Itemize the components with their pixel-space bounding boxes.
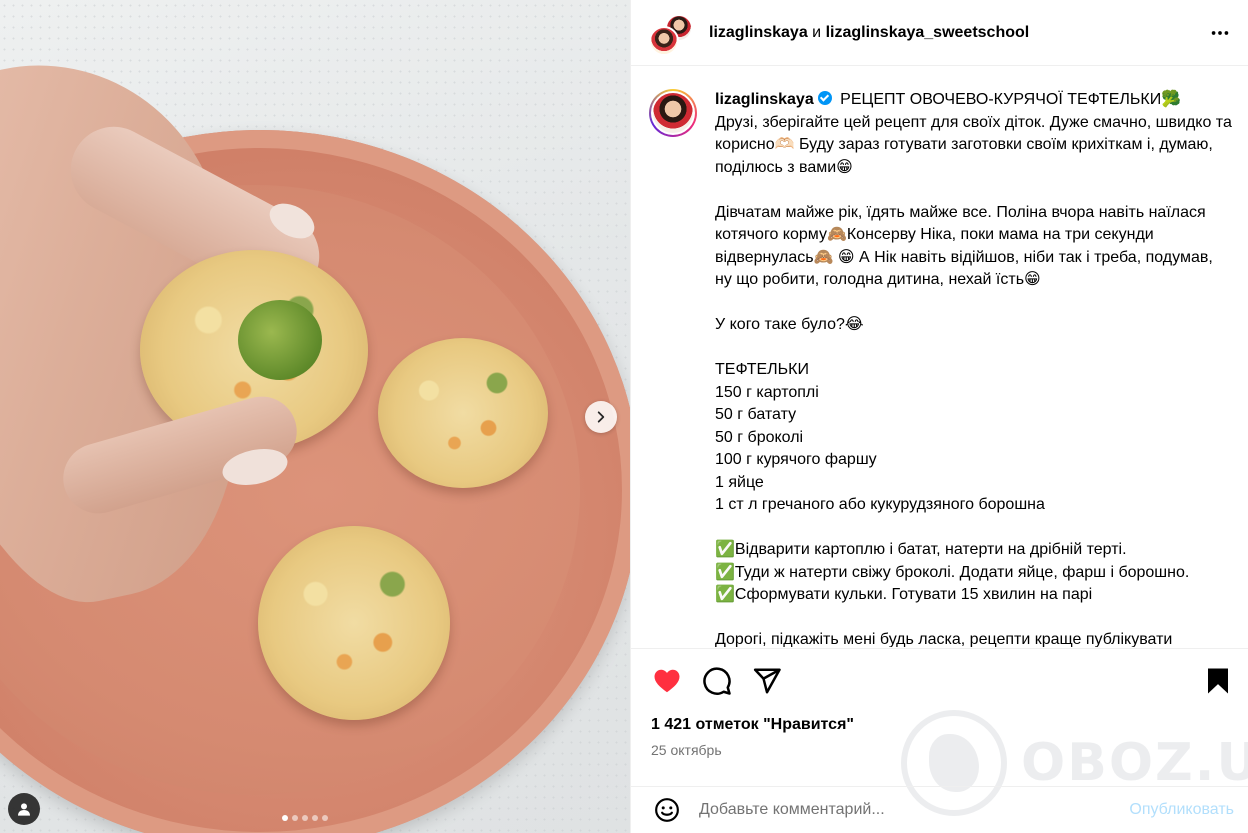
post-caption: lizaglinskaya РЕЦЕПТ ОВОЧЕВО-КУРЯЧОЇ ТЕФ… xyxy=(631,67,1248,647)
caption-avatar[interactable] xyxy=(649,89,697,137)
collab-avatars[interactable] xyxy=(649,10,695,56)
comment-icon xyxy=(703,666,731,695)
avatar xyxy=(649,25,679,56)
like-button[interactable] xyxy=(651,665,683,697)
caption-body: lizaglinskaya РЕЦЕПТ ОВОЧЕВО-КУРЯЧОЇ ТЕФ… xyxy=(715,89,1232,647)
post-authors: lizaglinskaya и lizaglinskaya_sweetschoo… xyxy=(709,24,1208,42)
comment-button[interactable] xyxy=(701,665,733,697)
share-icon xyxy=(753,668,781,693)
post-date[interactable]: 25 октябрь xyxy=(651,742,722,758)
verified-badge-icon xyxy=(817,91,832,105)
ingredient-item: 50 г батату xyxy=(715,406,797,423)
carousel-dot xyxy=(282,815,288,821)
ingredient-item: 1 яйце xyxy=(715,473,764,491)
caption-paragraph: Дівчатам майже рік, їдять майже все. Пол… xyxy=(715,203,1218,289)
ingredient-item: 150 г картоплі xyxy=(715,383,819,401)
carousel-indicator xyxy=(282,815,328,821)
carousel-next-button[interactable] xyxy=(585,401,617,433)
post-actions xyxy=(631,648,1248,712)
more-horizontal-icon xyxy=(1211,30,1229,35)
author-link[interactable]: lizaglinskaya xyxy=(709,24,808,41)
emoji-icon xyxy=(655,798,679,822)
watermark-text: OBOZ.UA xyxy=(1021,733,1248,793)
user-tag-icon xyxy=(18,803,30,816)
post-side-panel: lizaglinskaya и lizaglinskaya_sweetschoo… xyxy=(630,0,1248,833)
ingredient-item: 100 г курячого фаршу xyxy=(715,451,877,468)
carousel-dot xyxy=(322,815,328,821)
recipe-step: ✅Відварити картоплю і батат, натерти на … xyxy=(715,541,1127,558)
comment-bar: Опубликовать xyxy=(631,786,1248,833)
ingredients-title: ТЕФТЕЛЬКИ xyxy=(715,361,809,378)
share-button[interactable] xyxy=(751,665,783,697)
likes-count[interactable]: 1 421 отметок "Нравится" xyxy=(651,716,854,734)
ingredient-item: 50 г броколі xyxy=(715,428,804,446)
caption-paragraph: Друзі, зберігайте цей рецепт для своїх д… xyxy=(715,113,1237,176)
save-button[interactable] xyxy=(1202,665,1234,697)
caption-title: РЕЦЕПТ ОВОЧЕВО-КУРЯЧОЇ ТЕФТЕЛЬКИ🥦 xyxy=(840,91,1182,108)
user-tag-button[interactable] xyxy=(8,793,40,825)
carousel-dot xyxy=(292,815,298,821)
caption-truncated-line: Дорогі, підкажіть мені будь ласка, рецеп… xyxy=(715,631,1173,647)
caption-paragraph: У кого таке було?😂 xyxy=(715,316,864,333)
carousel-dot xyxy=(312,815,318,821)
caption-username[interactable]: lizaglinskaya xyxy=(715,91,814,108)
heart-filled-icon xyxy=(654,669,680,692)
authors-conjunction: и xyxy=(812,23,822,41)
bookmark-filled-icon xyxy=(1208,668,1228,693)
comment-input[interactable] xyxy=(699,801,1130,819)
post-header: lizaglinskaya и lizaglinskaya_sweetschoo… xyxy=(631,0,1248,66)
chevron-right-icon xyxy=(597,411,605,423)
recipe-step: ✅Туди ж натерти свіжу броколі. Додати яй… xyxy=(715,563,1190,581)
carousel-dot xyxy=(302,815,308,821)
meatball-right xyxy=(378,338,548,488)
publish-button[interactable]: Опубликовать xyxy=(1129,801,1234,819)
more-options-button[interactable] xyxy=(1208,21,1232,45)
meatball-bottom xyxy=(258,526,450,720)
broccoli-piece xyxy=(238,300,322,380)
ingredient-item: 1 ст л гречаного або кукурудзяного борош… xyxy=(715,496,1045,513)
coauthor-link[interactable]: lizaglinskaya_sweetschool xyxy=(826,24,1030,41)
recipe-step: ✅Сформувати кульки. Готувати 15 хвилин н… xyxy=(715,586,1093,603)
post-photo[interactable] xyxy=(0,0,630,833)
emoji-button[interactable] xyxy=(651,794,683,826)
